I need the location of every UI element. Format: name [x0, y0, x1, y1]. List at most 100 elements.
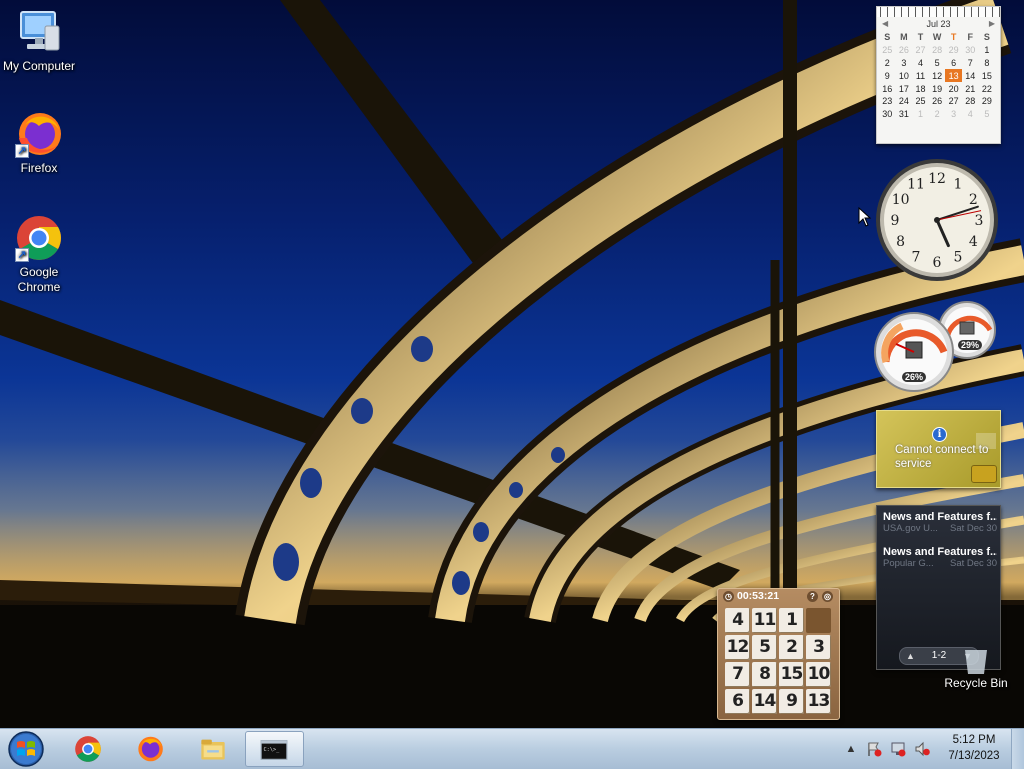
taskbar-clock-date[interactable]: 7/13/2023	[938, 750, 1010, 762]
puzzle-tile[interactable]: 5	[752, 635, 777, 660]
calendar-day[interactable]: 28	[929, 44, 946, 57]
desktop-icon-google-chrome[interactable]: ↗ Google Chrome	[0, 214, 78, 295]
calendar-day[interactable]: 20	[945, 82, 962, 95]
calendar-day[interactable]: 19	[929, 82, 946, 95]
calendar-day[interactable]: 25	[879, 44, 896, 57]
taskbar-chrome-button[interactable]	[61, 731, 115, 767]
start-button[interactable]	[6, 730, 46, 768]
calendar-day[interactable]: 16	[879, 82, 896, 95]
show-desktop-button[interactable]	[1011, 729, 1024, 769]
picture-puzzle-gadget[interactable]: ◷ 00:53:21 ? ◎ 4 11 1 12 5 2 3 7 8 15 10 6 14 9 13	[717, 588, 840, 720]
action-center-flag-icon[interactable]	[866, 741, 882, 757]
next-month-arrow[interactable]: ▶	[989, 17, 995, 31]
taskbar-file-explorer-button[interactable]	[186, 731, 240, 767]
calendar-day[interactable]: 21	[962, 82, 979, 95]
calendar-day[interactable]: 10	[896, 69, 913, 82]
calendar-day[interactable]: 3	[945, 108, 962, 121]
puzzle-tile[interactable]: 10	[806, 662, 831, 687]
volume-muted-icon[interactable]	[914, 741, 930, 757]
puzzle-tile[interactable]: 2	[779, 635, 804, 660]
calendar-day[interactable]: 15	[979, 69, 996, 82]
puzzle-tile[interactable]: 12	[725, 635, 750, 660]
calendar-day[interactable]: 8	[979, 57, 996, 70]
calendar-day[interactable]: 6	[945, 57, 962, 70]
calendar-day[interactable]: 30	[962, 44, 979, 57]
feed-title: News and Features f...	[883, 511, 997, 523]
desktop-icon-my-computer[interactable]: My Computer	[0, 8, 78, 74]
cpu-meter-gadget[interactable]: 26% 29%	[872, 300, 1002, 392]
calendar-day[interactable]: 18	[912, 82, 929, 95]
calendar-day[interactable]: 26	[929, 95, 946, 108]
calendar-day[interactable]: 30	[879, 108, 896, 121]
puzzle-tile[interactable]: 8	[752, 662, 777, 687]
puzzle-timer: 00:53:21	[737, 590, 780, 602]
shortcut-arrow-icon: ↗	[15, 248, 29, 262]
calendar-day[interactable]: 22	[979, 82, 996, 95]
puzzle-tile[interactable]: 14	[752, 689, 777, 714]
calendar-day[interactable]: 2	[879, 57, 896, 70]
feed-prev-arrow-icon[interactable]: ▲	[906, 648, 915, 664]
taskbar-command-prompt-button[interactable]: C:\>_	[245, 731, 304, 767]
feed-item[interactable]: News and Features f... USA.gov U... Sat …	[883, 511, 997, 534]
clock-numeral: 5	[954, 249, 963, 265]
firefox-icon	[138, 736, 163, 762]
show-hidden-icons-arrow-icon[interactable]: ▲	[843, 741, 859, 757]
file-explorer-icon	[201, 739, 225, 760]
feed-item[interactable]: News and Features f... Popular G... Sat …	[883, 546, 997, 569]
calendar-gadget[interactable]: ◀ Jul 23 ▶ SMTWTFS 25 26 27 28 29 30 1 2 3 4 5 6 7 8 9…	[876, 6, 1001, 144]
puzzle-tile[interactable]: 9	[779, 689, 804, 714]
calendar-today[interactable]: 13	[945, 69, 962, 83]
calendar-day[interactable]: 28	[962, 95, 979, 108]
calendar-day[interactable]: 9	[879, 69, 896, 82]
calendar-day[interactable]: 27	[945, 95, 962, 108]
network-icon[interactable]	[890, 741, 906, 757]
puzzle-picture-button[interactable]: ◎	[822, 591, 833, 602]
puzzle-empty-slot[interactable]	[806, 608, 831, 633]
coins-icon	[971, 465, 997, 483]
taskbar-clock-time[interactable]: 5:12 PM	[938, 734, 1010, 746]
calendar-day[interactable]: 4	[912, 57, 929, 70]
calendar-day[interactable]: 7	[962, 57, 979, 70]
currency-gadget[interactable]: i Cannot connect to service	[876, 410, 1001, 488]
calendar-day[interactable]: 2	[929, 108, 946, 121]
desktop-icon-label: Firefox	[20, 161, 58, 175]
calendar-day[interactable]: 14	[962, 69, 979, 82]
calendar-day[interactable]: 4	[962, 108, 979, 121]
calendar-day[interactable]: 24	[896, 95, 913, 108]
calendar-day[interactable]: 17	[896, 82, 913, 95]
calendar-day[interactable]: 23	[879, 95, 896, 108]
puzzle-tile[interactable]: 6	[725, 689, 750, 714]
calendar-day[interactable]: 12	[929, 69, 946, 82]
clock-gadget[interactable]: 12 1 2 3 4 5 6 7 8 9 10 11	[874, 157, 1000, 283]
calendar-day[interactable]: 27	[912, 44, 929, 57]
puzzle-help-button[interactable]: ?	[807, 591, 818, 602]
puzzle-tile[interactable]: 1	[779, 608, 804, 633]
memory-percent: 29%	[958, 340, 983, 350]
calendar-day[interactable]: 26	[896, 44, 913, 57]
clock-numeral: 9	[891, 213, 900, 229]
calendar-day[interactable]: 31	[896, 108, 913, 121]
puzzle-timer-icon[interactable]: ◷	[723, 591, 734, 602]
puzzle-tile[interactable]: 4	[725, 608, 750, 633]
prev-month-arrow[interactable]: ◀	[882, 17, 888, 31]
taskbar-firefox-button[interactable]	[123, 731, 177, 767]
puzzle-tile[interactable]: 7	[725, 662, 750, 687]
desktop-icon-firefox[interactable]: ↗ Firefox	[0, 110, 78, 176]
clock-numeral: 8	[896, 234, 905, 250]
calendar-day[interactable]: 11	[912, 69, 929, 82]
calendar-day[interactable]: 29	[979, 95, 996, 108]
puzzle-tile[interactable]: 3	[806, 635, 831, 660]
puzzle-tile[interactable]: 15	[779, 662, 804, 687]
calendar-day[interactable]: 5	[929, 57, 946, 70]
puzzle-tile[interactable]: 11	[752, 608, 777, 633]
puzzle-tile[interactable]: 13	[806, 689, 831, 714]
feed-headlines-gadget[interactable]: News and Features f... USA.gov U... Sat …	[876, 505, 1001, 670]
calendar-day[interactable]: 1	[912, 108, 929, 121]
desktop-icon-recycle-bin[interactable]: Recycle Bin	[938, 650, 1014, 690]
calendar-day[interactable]: 5	[979, 108, 996, 121]
command-prompt-icon: C:\>_	[260, 740, 288, 760]
calendar-day[interactable]: 29	[945, 44, 962, 57]
calendar-day[interactable]: 25	[912, 95, 929, 108]
calendar-day[interactable]: 1	[979, 44, 996, 57]
calendar-day[interactable]: 3	[896, 57, 913, 70]
